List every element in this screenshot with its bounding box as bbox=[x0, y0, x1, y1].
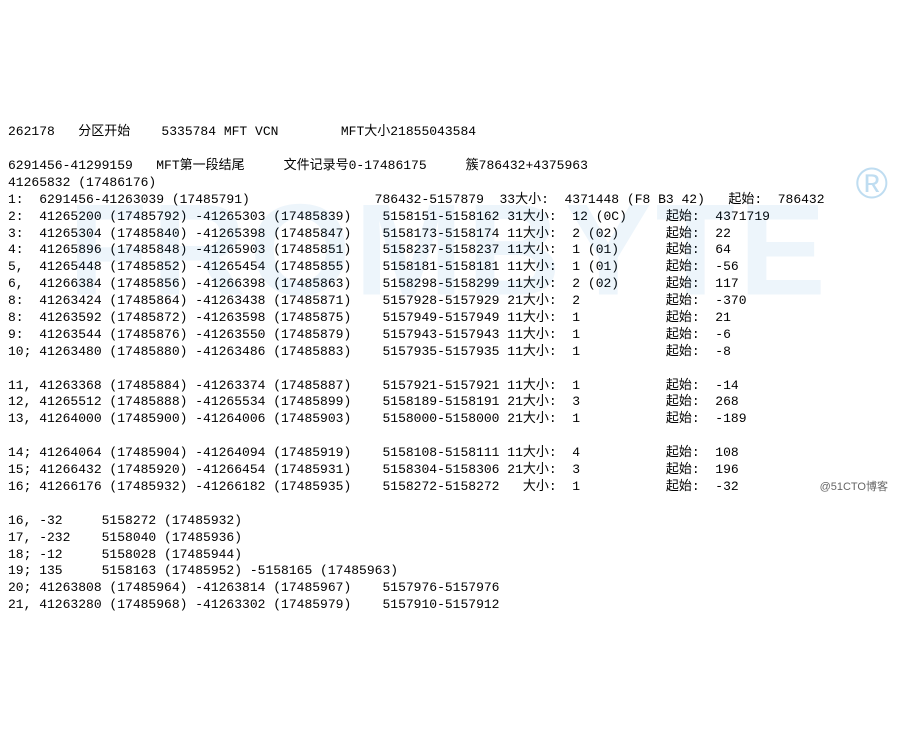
attribution-text: @51CTO博客 bbox=[820, 480, 888, 494]
log-output: 262178 分区开始 5335784 MFT VCN MFT大小2185504… bbox=[8, 124, 890, 614]
